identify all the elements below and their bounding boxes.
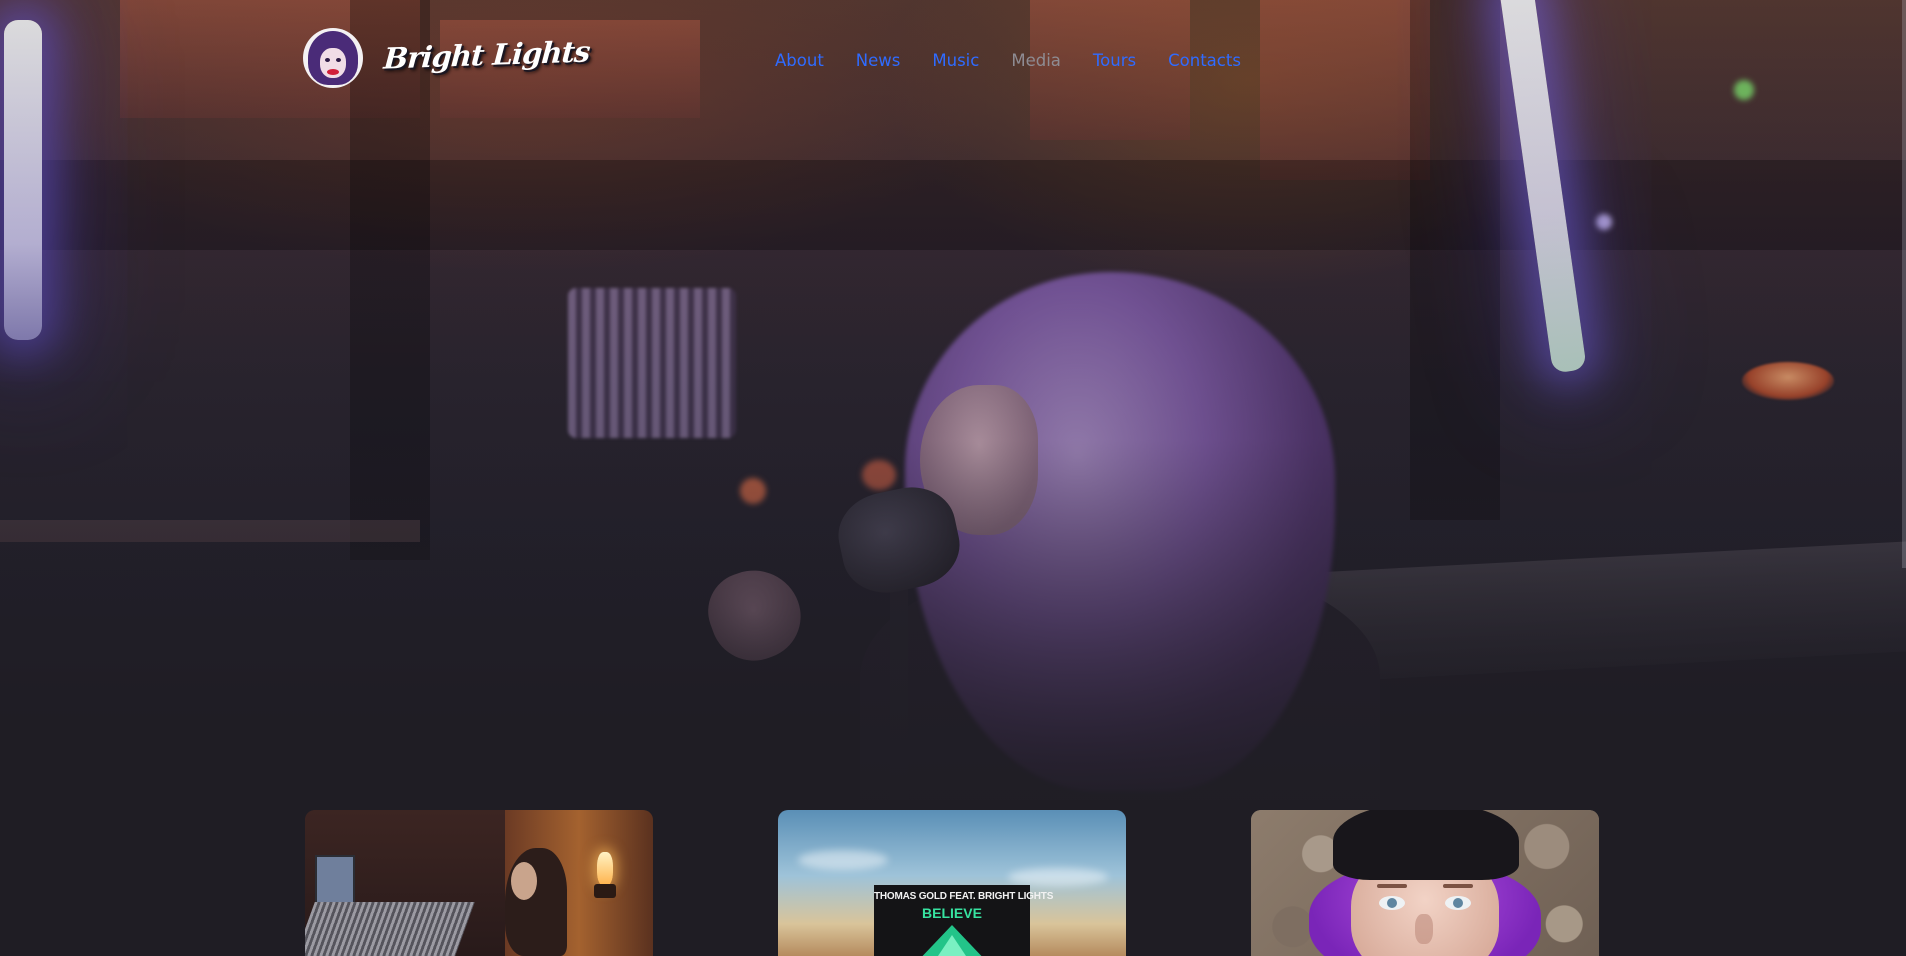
nav-music[interactable]: Music: [932, 50, 979, 72]
hero-image: [0, 0, 1906, 800]
media-page: Bright Lights About News Music Media Tou…: [0, 0, 1906, 956]
logo-eye: [325, 58, 330, 62]
cloud: [1008, 868, 1108, 886]
eyebrow: [1443, 884, 1473, 888]
main-nav: About News Music Media Tours Contacts: [775, 50, 1241, 72]
eyebrow: [1377, 884, 1407, 888]
scrollbar-thumb[interactable]: [1902, 0, 1906, 568]
beanie: [1333, 810, 1519, 880]
logo-badge[interactable]: [303, 28, 363, 88]
mixing-console: [305, 902, 475, 956]
media-card-studio[interactable]: [305, 810, 653, 956]
nav-media[interactable]: Media: [1011, 50, 1061, 72]
logo-eye: [336, 58, 341, 62]
single-cover-art: THOMAS GOLD FEAT. BRIGHT LIGHTS BELIEVE: [874, 885, 1054, 956]
logo-wordmark[interactable]: Bright Lights: [382, 34, 590, 75]
cover-graphic: [932, 935, 972, 956]
media-card-single[interactable]: THOMAS GOLD FEAT. BRIGHT LIGHTS BELIEVE: [778, 810, 1126, 956]
nav-contacts[interactable]: Contacts: [1168, 50, 1241, 72]
eye: [1379, 896, 1405, 910]
cover-title: BELIEVE: [922, 905, 982, 921]
lava-lamp: [597, 852, 613, 886]
scrollbar[interactable]: [1902, 0, 1906, 956]
nav-tours[interactable]: Tours: [1093, 50, 1136, 72]
hero-overlay: [0, 0, 1906, 800]
nav-about[interactable]: About: [775, 50, 824, 72]
person-face: [511, 862, 537, 900]
nose: [1415, 914, 1433, 944]
media-card-portrait[interactable]: [1251, 810, 1599, 956]
logo-lips: [327, 69, 339, 75]
studio-monitor: [315, 855, 355, 907]
cloud: [798, 850, 888, 870]
cover-artist: THOMAS GOLD FEAT. BRIGHT LIGHTS: [874, 891, 1054, 902]
person-hair: [505, 848, 567, 956]
lamp-base: [594, 884, 616, 898]
nav-news[interactable]: News: [856, 50, 901, 72]
eye: [1445, 896, 1471, 910]
